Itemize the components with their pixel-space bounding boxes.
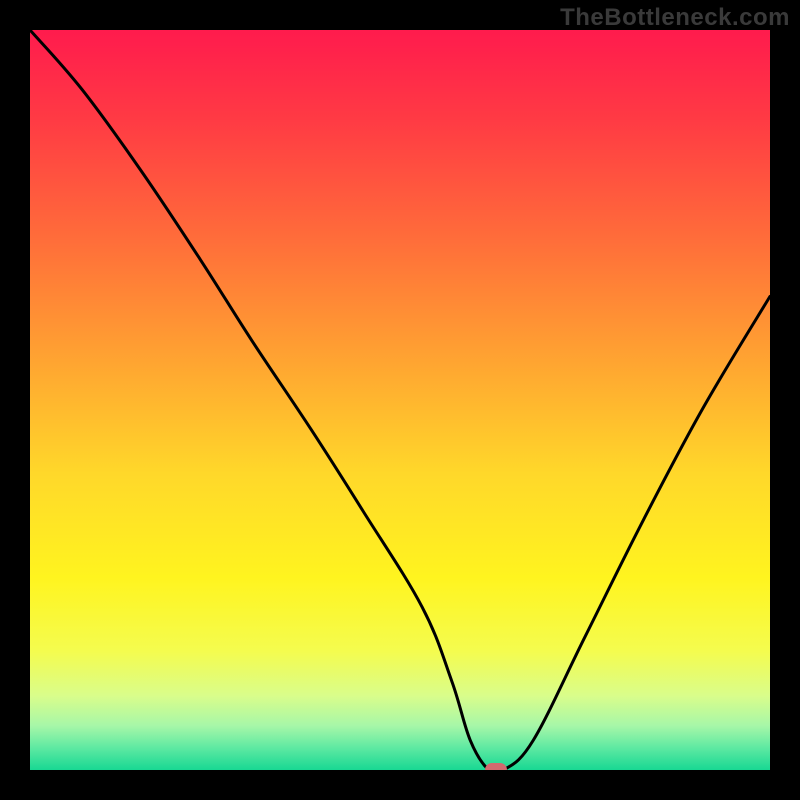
dip-marker [485, 763, 507, 770]
chart-frame: TheBottleneck.com [0, 0, 800, 800]
curve-layer [30, 30, 770, 770]
plot-area [30, 30, 770, 770]
watermark-text: TheBottleneck.com [560, 4, 790, 32]
bottleneck-curve [30, 30, 770, 770]
